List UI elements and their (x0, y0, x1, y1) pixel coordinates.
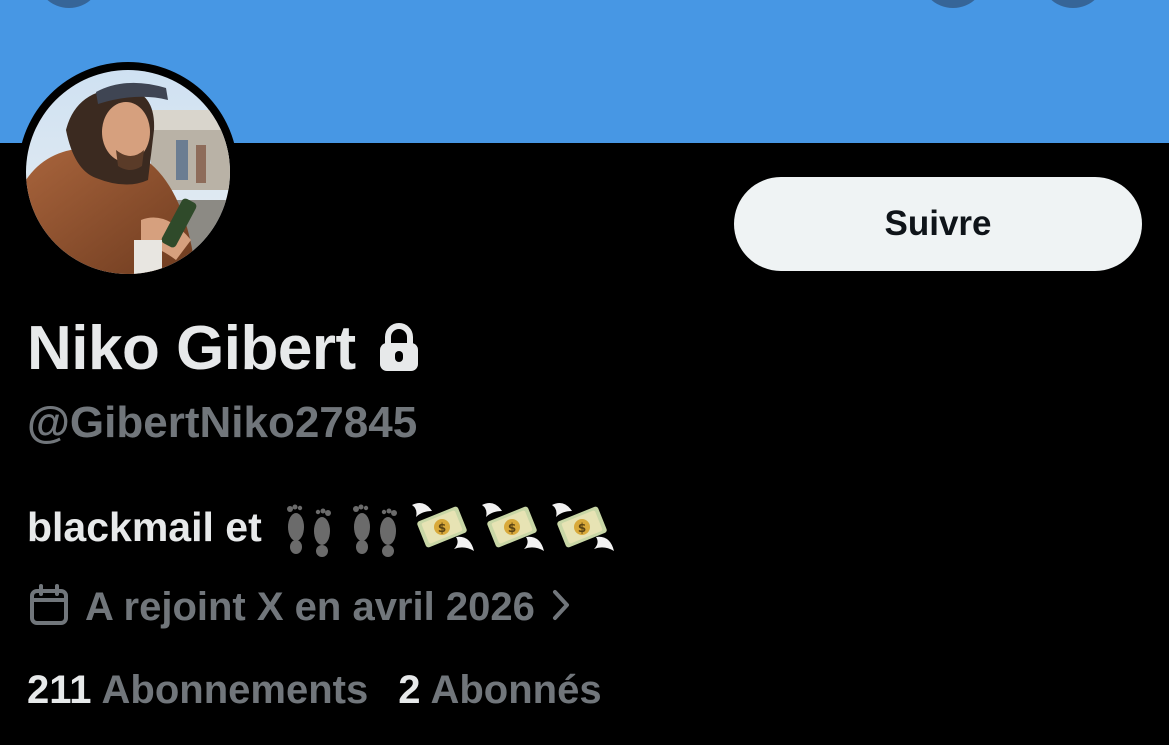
money-with-wings-emoji-icon: $ (551, 503, 614, 551)
svg-text:$: $ (508, 521, 516, 535)
display-name: Niko Gibert (27, 313, 356, 383)
followers-label: Abonnés (430, 668, 602, 712)
more-button[interactable] (1040, 0, 1106, 8)
follow-stats: 211 Abonnements 2 Abonnés (27, 668, 602, 722)
joined-date: A rejoint X en avril 2026 (85, 584, 535, 629)
following-count: 211 (27, 668, 92, 712)
following-label: Abonnements (101, 668, 369, 712)
svg-text:$: $ (438, 521, 446, 535)
avatar-photo (26, 70, 230, 274)
lock-icon (378, 322, 420, 378)
name-row: Niko Gibert (27, 312, 420, 384)
avatar-frame[interactable] (18, 62, 238, 282)
footprints-emoji-icon (352, 504, 397, 557)
svg-text:$: $ (578, 521, 586, 535)
money-with-wings-emoji-icon: $ (411, 503, 474, 551)
profile-page: Suivre Niko Gibert @GibertNiko27845 blac… (0, 0, 1169, 745)
followers-count: 2 (398, 668, 421, 712)
followers-link[interactable]: 2 Abonnés (398, 668, 601, 713)
chevron-right-icon (551, 588, 571, 627)
following-link[interactable]: 211 Abonnements (27, 668, 368, 713)
bio-text: blackmail et (27, 503, 262, 550)
search-button[interactable] (920, 0, 986, 8)
avatar[interactable] (26, 70, 230, 274)
back-button[interactable] (36, 0, 102, 8)
follow-button[interactable]: Suivre (734, 177, 1142, 271)
bio: blackmail et $ $ $ (27, 496, 620, 558)
bio-emojis: $ $ $ (278, 497, 620, 557)
profile-handle: @GibertNiko27845 (27, 398, 418, 447)
calendar-icon (29, 583, 69, 631)
joined-date-row[interactable]: A rejoint X en avril 2026 (29, 580, 571, 634)
footprints-emoji-icon (286, 504, 331, 557)
money-with-wings-emoji-icon: $ (481, 503, 544, 551)
